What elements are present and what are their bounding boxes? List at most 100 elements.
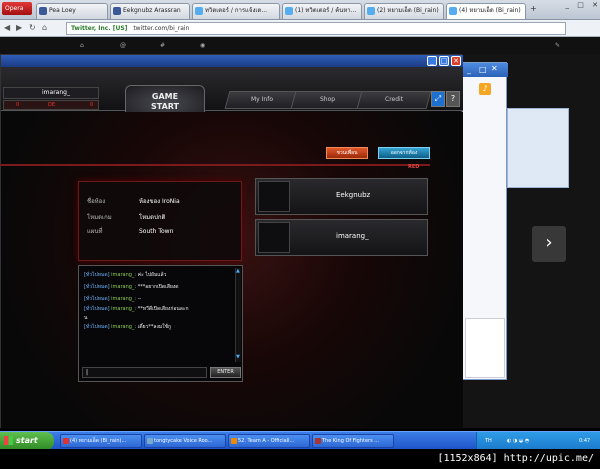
player-slot[interactable]: ▼ Eekgnubz — [255, 178, 428, 215]
back-icon[interactable]: ◀ — [4, 23, 10, 32]
tab-my-info[interactable]: My Info — [224, 91, 300, 109]
game-top-nav: imarang_ 0 DE 0 GAME START My Info Shop … — [1, 67, 463, 121]
game-mode-row: โหมดเกม โหมดปกติ — [87, 213, 237, 223]
messenger-chat-area[interactable] — [465, 318, 505, 378]
scroll-down-icon[interactable]: ▼ — [236, 354, 240, 360]
close-icon[interactable]: ✕ — [592, 1, 598, 9]
stat-left: 0 — [16, 102, 20, 108]
browser-tab-active[interactable]: (4) หยามเอ็ด (Bi_rain) — [446, 3, 526, 19]
player-stats: 0 DE 0 — [3, 100, 99, 110]
speed-dial-icon[interactable]: ⌂ — [42, 23, 47, 32]
taskbar-item[interactable]: 52. Team A - Officiall... — [228, 434, 310, 448]
speaker-icon[interactable]: ♪ — [479, 83, 491, 95]
clock[interactable]: 0:47 — [579, 432, 590, 450]
tab-label: (2) หยามเอ็ด (Bi_rain) — [377, 7, 439, 14]
chat-message: [ทั่วไปหมด] imarang_: ***อยากเปิดเสียงด — [84, 284, 179, 291]
enter-button[interactable]: ENTER — [210, 367, 241, 378]
tab-label: ทวิตเตอร์ / การแจ้งเต... — [205, 7, 268, 14]
taskbar-item[interactable]: (4) หยามเอ็ด (Bi_rain)... — [60, 434, 142, 448]
facebook-icon — [39, 7, 47, 15]
task-label: 52. Team A - Officiall... — [238, 438, 295, 444]
url-field[interactable]: Twitter, Inc. [US] twitter.com/bi_rain — [66, 22, 566, 35]
home-icon[interactable]: ⌂ — [80, 37, 84, 54]
chat-input[interactable]: | — [82, 367, 207, 378]
help-icon[interactable]: ? — [446, 91, 460, 107]
taskbar-item[interactable]: The King Of Fighters ... — [312, 434, 394, 448]
chat-message: [ทั่วไปหมด] imarang_: เดี๋ยว**ลงมใช้กู — [84, 324, 171, 331]
language-indicator[interactable]: TH — [485, 432, 492, 450]
reload-icon[interactable]: ↻ — [29, 23, 36, 32]
next-arrow-icon[interactable]: › — [532, 226, 566, 262]
browser-tab[interactable]: Pea Loey — [36, 3, 108, 19]
tab-label: Shop — [320, 96, 336, 103]
chat-message: [ทั่วไปหมด] imarang_: ค่ะ ไปยัมแล้ว — [84, 272, 166, 279]
player-name: imarang_ — [3, 87, 99, 99]
tab-shop[interactable]: Shop — [290, 91, 366, 109]
maximize-icon[interactable]: □ — [577, 1, 584, 9]
stat-right: 0 — [90, 102, 94, 108]
scroll-up-icon[interactable]: ▲ — [236, 268, 240, 274]
info-value: ห้องของ IroNia — [139, 198, 180, 205]
player-info: imarang_ 0 DE 0 — [3, 87, 99, 115]
opera-menu-button[interactable]: Opera — [2, 2, 32, 15]
maximize-icon[interactable]: □ — [439, 56, 449, 66]
forward-icon[interactable]: ▶ — [16, 23, 22, 32]
invite-friend-button[interactable]: ชวนเพื่อน — [326, 147, 368, 159]
chat-sender: imarang_: — [111, 272, 137, 278]
browser-tab[interactable]: (1) ทวิตเตอร์ / ค้นหา... — [282, 3, 362, 19]
text-cursor: | — [86, 369, 89, 376]
task-label: (4) หยามเอ็ด (Bi_rain)... — [70, 438, 127, 444]
tab-credit[interactable]: Credit — [356, 91, 432, 109]
leave-room-button[interactable]: ออกจากห้อง — [378, 147, 430, 159]
account-icon[interactable]: ◉ — [200, 37, 205, 54]
browser-tab[interactable]: Eekgnubz Arassran — [110, 3, 190, 19]
browser-tab[interactable]: ทวิตเตอร์ / การแจ้งเต... — [192, 3, 280, 19]
compose-icon[interactable]: ✎ — [555, 37, 560, 54]
close-icon[interactable]: ✕ — [451, 56, 461, 66]
game-titlebar: _ □ ✕ — [1, 55, 463, 67]
player-slot[interactable]: imarang_ — [255, 219, 428, 256]
game-icon — [315, 438, 321, 444]
taskbar-item[interactable]: tongtycake Voice Roo... — [144, 434, 226, 448]
messenger-window: _ □ ✕ ♪ — [462, 62, 508, 380]
minimize-icon[interactable]: _ — [427, 56, 437, 66]
window-controls: _ □ ✕ — [566, 1, 598, 9]
info-key: โหมดเกม — [87, 214, 112, 221]
minimize-icon[interactable]: _ — [566, 1, 570, 9]
chat-sender: imarang_: — [111, 324, 137, 330]
chat-message: [ทั่วไปหมด] imarang_: -- — [84, 296, 141, 303]
room-name-row: ชื่อห้อง ห้องของ IroNia — [87, 197, 237, 207]
twitter-icon — [195, 7, 203, 15]
info-value: South Town — [139, 228, 174, 235]
chat-tag: [ทั่วไปหมด] — [84, 272, 110, 278]
browser-tab[interactable]: (2) หยามเอ็ด (Bi_rain) — [364, 3, 444, 19]
browser-tab-bar: Opera Pea Loey Eekgnubz Arassran ทวิตเตอ… — [0, 0, 600, 20]
security-badge[interactable]: Twitter, Inc. [US] — [71, 25, 127, 32]
voice-chat-icon — [147, 438, 153, 444]
address-bar: ◀ ▶ ↻ ⌂ Twitter, Inc. [US] twitter.com/b… — [0, 20, 600, 37]
chat-text: -- — [137, 296, 142, 302]
tray-icons[interactable]: ◐ ◑ ◒ ◓ — [507, 432, 529, 450]
chat-message: [ทั่วไปหมด] imarang_: **ทวีดีเปิดเสียงก่… — [84, 306, 189, 313]
start-button[interactable]: start — [0, 432, 54, 450]
screen: Opera Pea Loey Eekgnubz Arassran ทวิตเตอ… — [0, 0, 600, 469]
close-icon[interactable]: ✕ — [491, 64, 498, 73]
slot-player-name: Eekgnubz — [336, 191, 371, 199]
chat-sender: imarang_: — [111, 306, 137, 312]
notifications-icon[interactable]: @ — [120, 37, 126, 54]
game-start-line1: GAME — [151, 92, 179, 101]
discover-icon[interactable]: # — [160, 37, 165, 54]
chat-scrollbar[interactable]: ▲ ▼ — [235, 268, 241, 362]
facebook-icon — [113, 7, 121, 15]
chat-text: **ทวีดีเปิดเสียงก่อนละก — [137, 306, 189, 312]
chat-tag: [ทั่วไปหมด] — [84, 284, 110, 290]
tab-label: My Info — [251, 96, 273, 103]
new-tab-icon[interactable]: + — [530, 4, 537, 13]
tab-label: (4) หยามเอ็ด (Bi_rain) — [459, 7, 521, 14]
info-value: โหมดปกติ — [139, 214, 166, 221]
fullscreen-icon[interactable]: ⤢ — [431, 91, 445, 107]
room-info-panel: ชื่อห้อง ห้องของ IroNia โหมดเกม โหมดปกติ… — [78, 181, 242, 261]
minimize-icon[interactable]: _ — [467, 65, 471, 74]
tab-label: Credit — [384, 96, 404, 103]
maximize-icon[interactable]: □ — [479, 65, 487, 74]
